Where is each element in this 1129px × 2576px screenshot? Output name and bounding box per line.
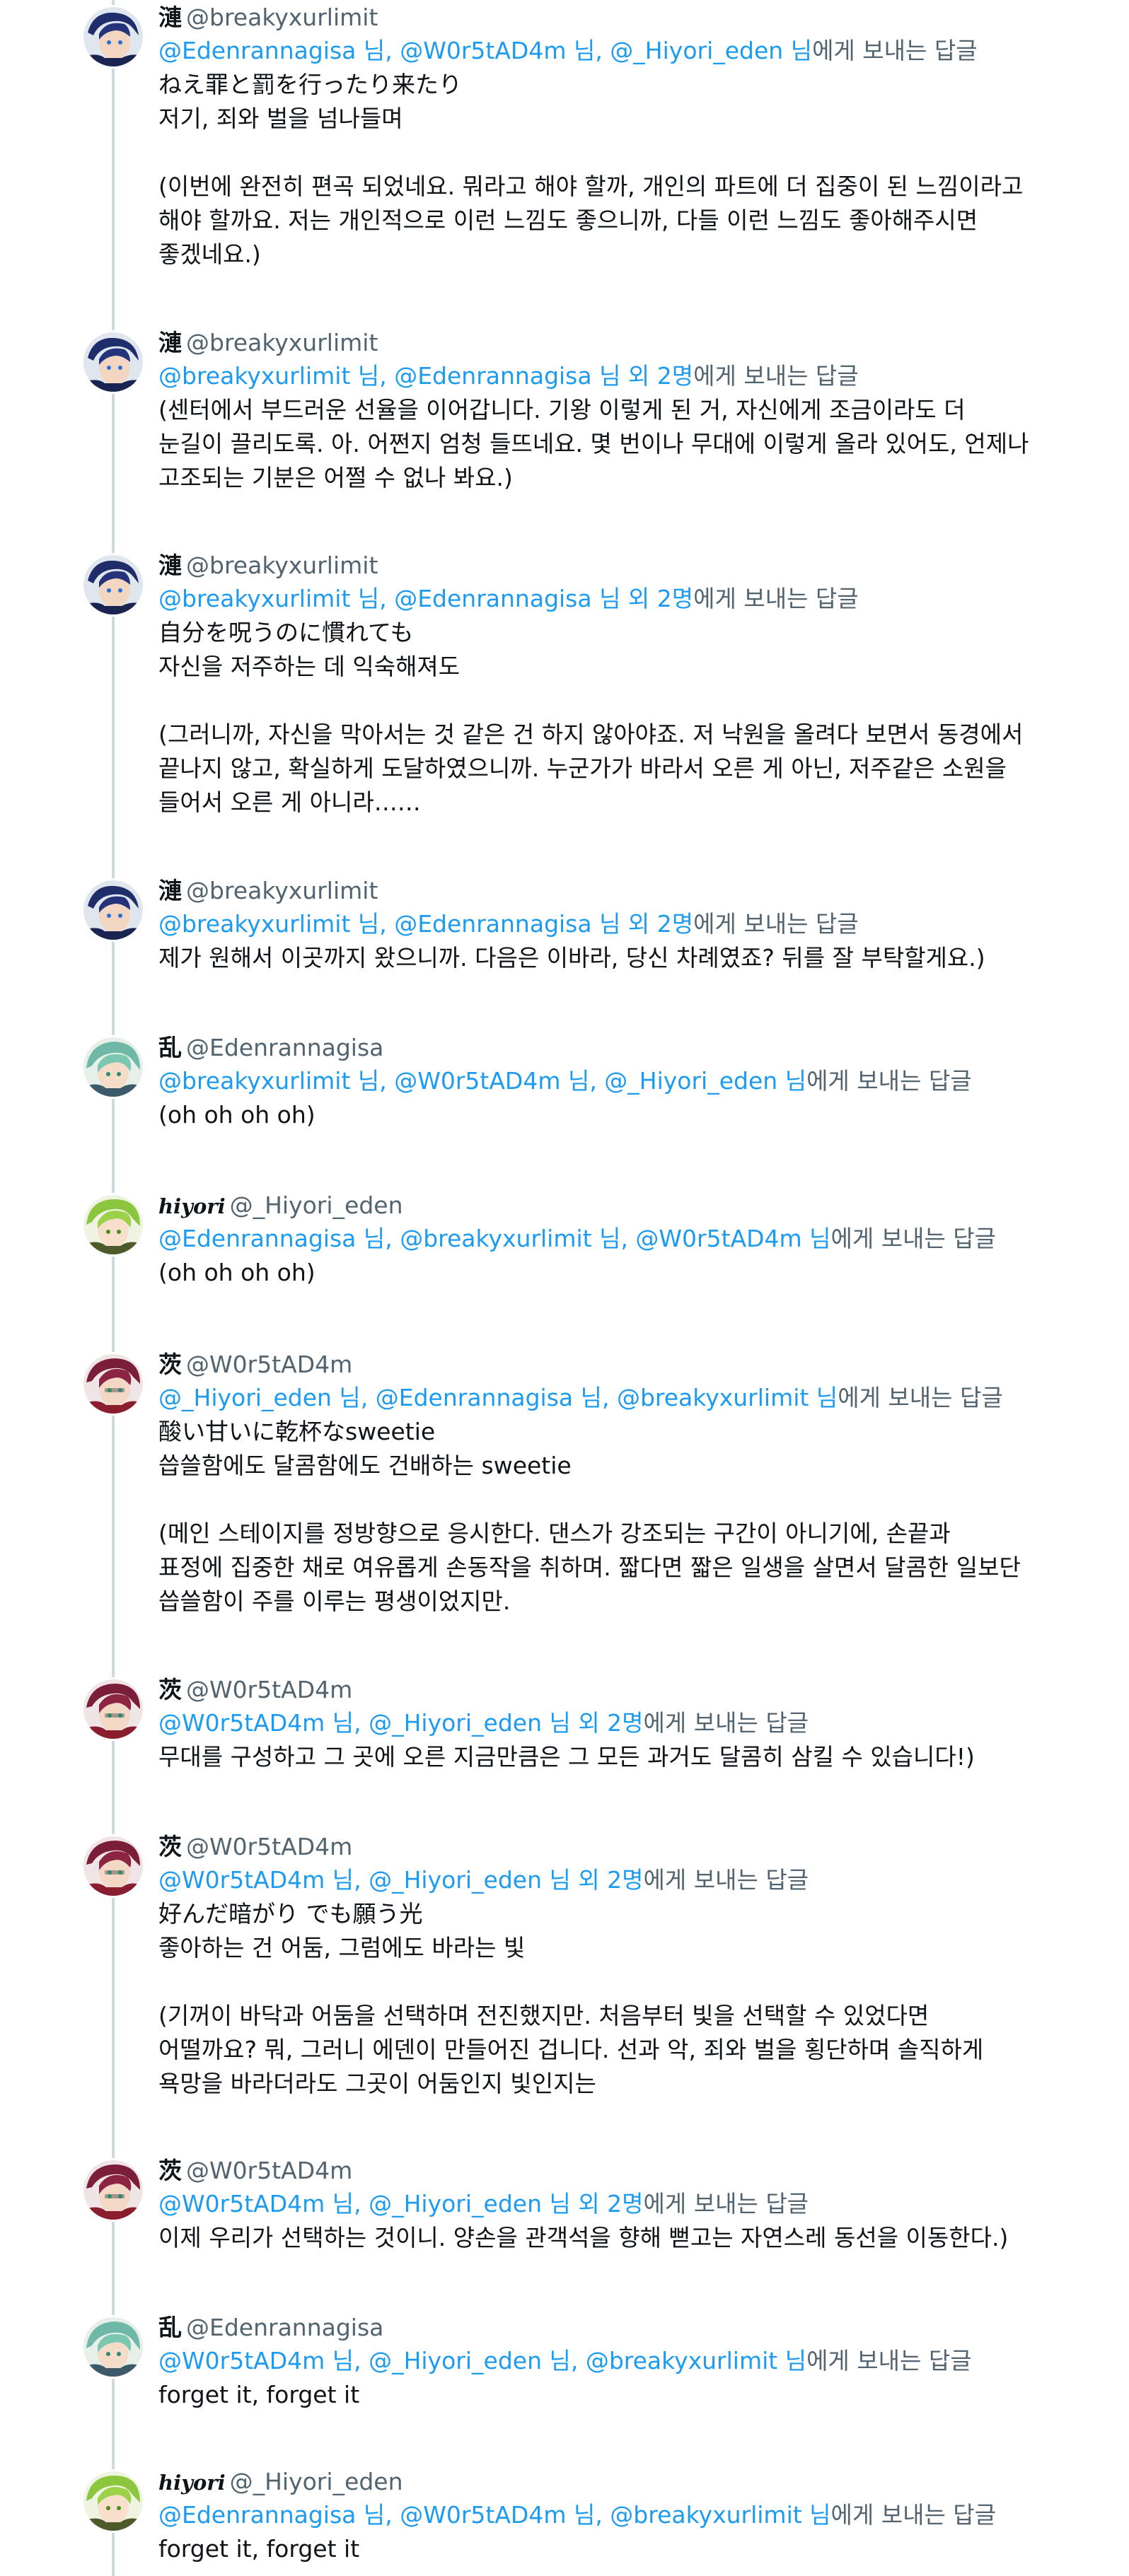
reply-to-line: @Edenrannagisa 님, @breakyxurlimit 님, @W0… (158, 1222, 1101, 1256)
user-avatar[interactable] (83, 2317, 143, 2377)
user-handle[interactable]: @breakyxurlimit (186, 875, 378, 907)
reply-suffix: 에게 보내는 답글 (812, 37, 978, 64)
tweet-text: (oh oh oh oh) (158, 1259, 315, 1286)
blue-avatar-icon (83, 332, 143, 392)
tweet-text: 酸い甘いに乾杯なsweetie 씁쓸함에도 달콤함에도 건배하는 sweetie… (158, 1418, 1021, 1615)
reply-to-line: @W0r5tAD4m 님, @_Hiyori_eden 님 외 2명에게 보내는… (158, 2187, 1101, 2221)
tweet-text: 이제 우리가 선택하는 것이니. 양손을 관객석을 향해 뻗고는 자연스레 동선… (158, 2224, 1009, 2251)
user-handle[interactable]: @breakyxurlimit (186, 1, 378, 34)
green-avatar-icon (83, 1195, 143, 1254)
mention-links[interactable]: @Edenrannagisa 님, @W0r5tAD4m 님, @breakyx… (158, 2501, 831, 2529)
user-handle[interactable]: @_Hiyori_eden (230, 2466, 403, 2498)
tweet-text: 무대를 구성하고 그 곳에 오른 지금만큼은 그 모든 과거도 달콤히 삼킬 수… (158, 1743, 975, 1771)
user-avatar[interactable] (83, 1037, 143, 1097)
user-avatar[interactable] (83, 1354, 143, 1414)
user-handle[interactable]: @breakyxurlimit (186, 549, 378, 582)
display-name[interactable]: 茨 (158, 2155, 182, 2187)
mention-links[interactable]: @breakyxurlimit 님, @W0r5tAD4m 님, @_Hiyor… (158, 1067, 806, 1095)
display-name[interactable]: 漣 (158, 327, 182, 359)
mention-links[interactable]: @Edenrannagisa 님, @W0r5tAD4m 님, @_Hiyori… (158, 37, 812, 64)
reply-suffix: 에게 보내는 답글 (643, 2190, 809, 2217)
red-avatar-icon (83, 1354, 143, 1414)
user-avatar[interactable] (83, 2160, 143, 2220)
display-name[interactable]: hiyori (158, 1190, 226, 1223)
reply-suffix: 에게 보내는 답글 (643, 1866, 809, 1894)
display-name[interactable]: 漣 (158, 1, 182, 34)
mention-links[interactable]: @W0r5tAD4m 님, @_Hiyori_eden 님 외 2명 (158, 1709, 644, 1737)
reply-suffix: 에게 보내는 답글 (838, 1384, 1003, 1411)
user-avatar[interactable] (83, 1679, 143, 1739)
mention-links[interactable]: @breakyxurlimit 님, @Edenrannagisa 님 외 2명 (158, 362, 693, 390)
mention-links[interactable]: @breakyxurlimit 님, @Edenrannagisa 님 외 2명 (158, 585, 693, 612)
reply-to-line: @breakyxurlimit 님, @W0r5tAD4m 님, @_Hiyor… (158, 1064, 1101, 1098)
green-avatar-icon (83, 2471, 143, 2531)
blue-avatar-icon (83, 880, 143, 940)
user-handle[interactable]: @_Hiyori_eden (230, 1189, 403, 1222)
tweet-text: (oh oh oh oh) (158, 1101, 315, 1129)
user-avatar[interactable] (83, 332, 143, 392)
display-name[interactable]: 茨 (158, 1831, 182, 1863)
user-avatar[interactable] (83, 2471, 143, 2531)
display-name[interactable]: 漣 (158, 875, 182, 907)
teal-avatar-icon (83, 1037, 143, 1097)
display-name[interactable]: 漣 (158, 549, 182, 582)
reply-to-line: @breakyxurlimit 님, @Edenrannagisa 님 외 2명… (158, 907, 1101, 941)
reply-to-line: @breakyxurlimit 님, @Edenrannagisa 님 외 2명… (158, 582, 1101, 616)
reply-suffix: 에게 보내는 답글 (693, 362, 859, 390)
red-avatar-icon (83, 2160, 143, 2220)
tweet-text: 제가 원해서 이곳까지 왔으니까. 다음은 이바라, 당신 차례였죠? 뒤를 잘… (158, 944, 985, 972)
display-name[interactable]: 乱 (158, 1032, 182, 1064)
red-avatar-icon (83, 1679, 143, 1739)
reply-suffix: 에게 보내는 답글 (806, 2347, 972, 2374)
reply-to-line: @W0r5tAD4m 님, @_Hiyori_eden 님, @breakyxu… (158, 2344, 1101, 2378)
reply-to-line: @Edenrannagisa 님, @W0r5tAD4m 님, @_Hiyori… (158, 34, 1101, 68)
display-name[interactable]: 茨 (158, 1674, 182, 1706)
reply-suffix: 에게 보내는 답글 (830, 1225, 997, 1252)
display-name[interactable]: 乱 (158, 2312, 182, 2344)
user-avatar[interactable] (83, 7, 143, 66)
tweet-text: forget it, forget it (158, 2381, 360, 2408)
reply-to-line: @W0r5tAD4m 님, @_Hiyori_eden 님 외 2명에게 보내는… (158, 1863, 1101, 1897)
user-handle[interactable]: @W0r5tAD4m (186, 1348, 352, 1381)
tweet-text: forget it, forget it (158, 2535, 360, 2563)
blue-avatar-icon (83, 555, 143, 614)
user-handle[interactable]: @W0r5tAD4m (186, 2155, 352, 2187)
user-avatar[interactable] (83, 1836, 143, 1896)
tweet-text: 好んだ暗がり でも願う光 좋아하는 건 어둠, 그럼에도 바라는 빛 (기꺼이 … (158, 1900, 984, 2097)
user-avatar[interactable] (83, 1195, 143, 1254)
reply-to-line: @_Hiyori_eden 님, @Edenrannagisa 님, @brea… (158, 1381, 1101, 1415)
user-handle[interactable]: @W0r5tAD4m (186, 1831, 352, 1863)
mention-links[interactable]: @W0r5tAD4m 님, @_Hiyori_eden 님, @breakyxu… (158, 2347, 806, 2374)
reply-suffix: 에게 보내는 답글 (830, 2501, 997, 2529)
display-name[interactable]: 茨 (158, 1348, 182, 1381)
teal-avatar-icon (83, 2317, 143, 2377)
reply-suffix: 에게 보내는 답글 (643, 1709, 809, 1737)
tweet-text: (센터에서 부드러운 선율을 이어갑니다. 기왕 이렇게 된 거, 자신에게 조… (158, 396, 1029, 491)
mention-links[interactable]: @_Hiyori_eden 님, @Edenrannagisa 님, @brea… (158, 1384, 838, 1411)
red-avatar-icon (83, 1836, 143, 1896)
user-avatar[interactable] (83, 555, 143, 614)
reply-suffix: 에게 보내는 답글 (693, 585, 859, 612)
blue-avatar-icon (83, 7, 143, 66)
user-handle[interactable]: @W0r5tAD4m (186, 1674, 352, 1706)
tweet-text: ねえ罪と罰を行ったり来たり 저기, 죄와 벌을 넘나들며 (이번에 완전히 편곡… (158, 71, 1024, 268)
user-handle[interactable]: @Edenrannagisa (186, 2312, 383, 2344)
user-handle[interactable]: @breakyxurlimit (186, 327, 378, 359)
user-avatar[interactable] (83, 880, 143, 940)
mention-links[interactable]: @breakyxurlimit 님, @Edenrannagisa 님 외 2명 (158, 910, 693, 938)
reply-suffix: 에게 보내는 답글 (806, 1067, 972, 1095)
reply-to-line: @Edenrannagisa 님, @W0r5tAD4m 님, @breakyx… (158, 2498, 1101, 2532)
user-handle[interactable]: @Edenrannagisa (186, 1032, 383, 1064)
display-name[interactable]: hiyori (158, 2466, 226, 2499)
mention-links[interactable]: @W0r5tAD4m 님, @_Hiyori_eden 님 외 2명 (158, 2190, 644, 2217)
tweet-text: 自分を呪うのに慣れても 자신을 저주하는 데 익숙해져도 (그러니까, 자신을 … (158, 619, 1024, 816)
reply-to-line: @W0r5tAD4m 님, @_Hiyori_eden 님 외 2명에게 보내는… (158, 1706, 1101, 1740)
mention-links[interactable]: @W0r5tAD4m 님, @_Hiyori_eden 님 외 2명 (158, 1866, 644, 1894)
mention-links[interactable]: @Edenrannagisa 님, @breakyxurlimit 님, @W0… (158, 1225, 831, 1252)
reply-suffix: 에게 보내는 답글 (693, 910, 859, 938)
reply-to-line: @breakyxurlimit 님, @Edenrannagisa 님 외 2명… (158, 359, 1101, 393)
